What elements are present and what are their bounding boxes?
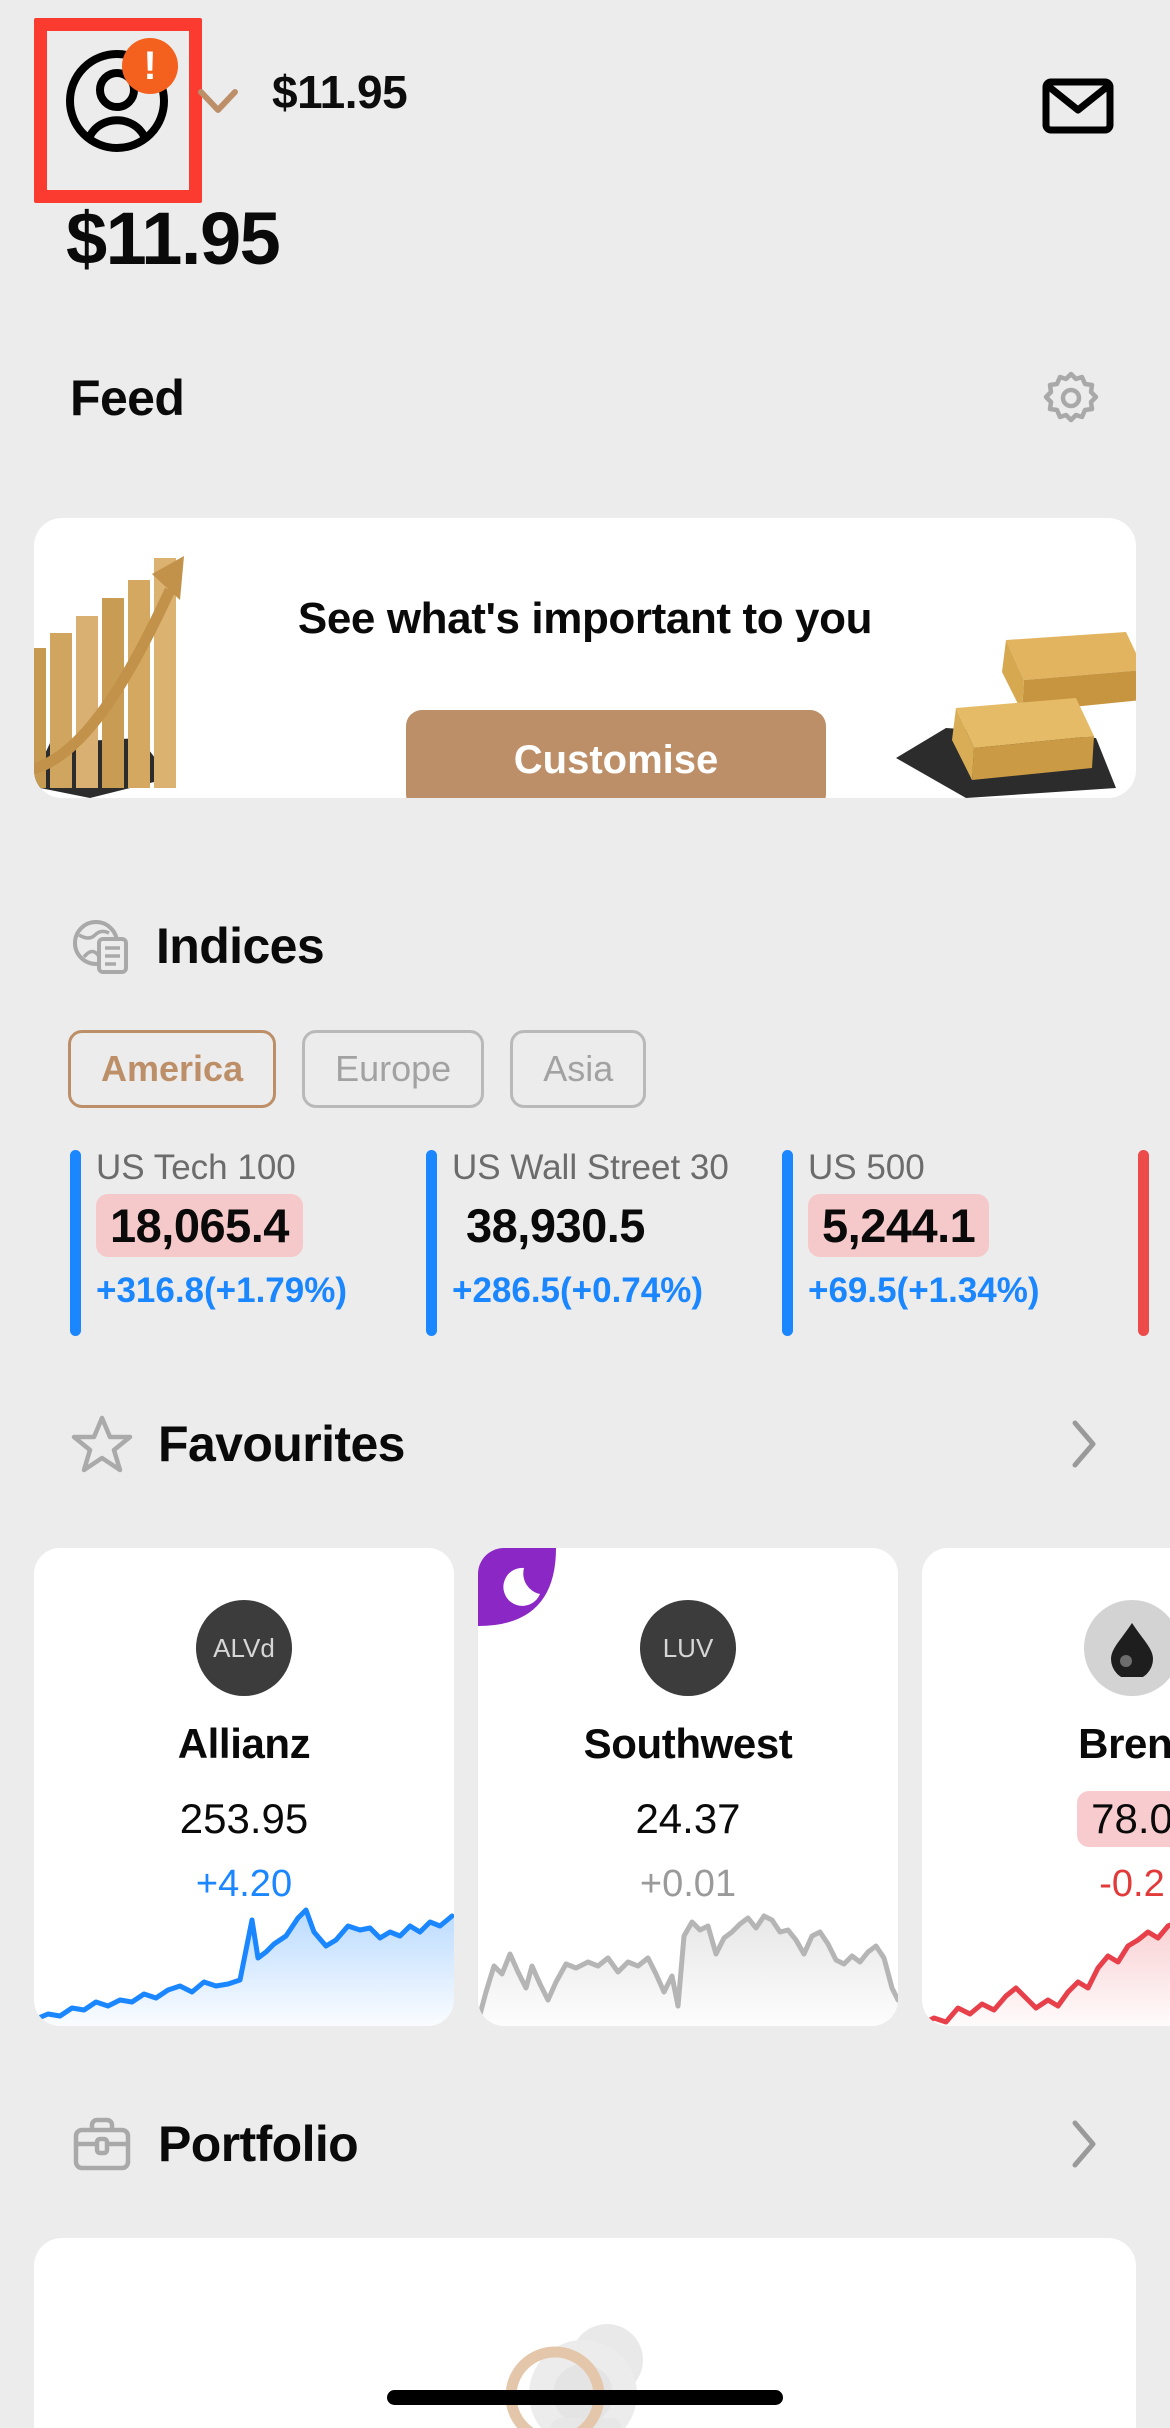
mail-icon bbox=[1042, 78, 1114, 134]
index-change: +286.5(+0.74%) bbox=[452, 1271, 782, 1311]
instrument-name: Southwest bbox=[478, 1720, 898, 1768]
index-card-partial[interactable] bbox=[1138, 1148, 1170, 1338]
instrument-price: 78.0 bbox=[1077, 1791, 1170, 1847]
favourite-card[interactable]: ALVd Allianz 253.95 +4.20 bbox=[34, 1548, 454, 2026]
index-price: 5,244.1 bbox=[808, 1194, 989, 1257]
moon-icon bbox=[478, 1548, 556, 1626]
indices-list[interactable]: US Tech 100 18,065.4 +316.8(+1.79%) US W… bbox=[70, 1148, 1170, 1338]
portfolio-more-button[interactable] bbox=[1068, 2118, 1100, 2170]
chevron-right-icon bbox=[1068, 2118, 1100, 2170]
account-chevron-button[interactable] bbox=[196, 86, 240, 116]
index-card[interactable]: US 500 5,244.1 +69.5(+1.34%) bbox=[782, 1148, 1138, 1338]
sparkline-chart bbox=[34, 1896, 454, 2026]
favourites-more-button[interactable] bbox=[1068, 1418, 1100, 1470]
page-title: Feed bbox=[70, 369, 184, 427]
top-header: ! $11.95 bbox=[0, 0, 1170, 200]
mail-button[interactable] bbox=[1042, 78, 1114, 134]
indices-region-tabs: America Europe Asia bbox=[68, 1030, 646, 1108]
sparkline-chart bbox=[478, 1896, 898, 2026]
index-card[interactable]: US Wall Street 30 38,930.5 +286.5(+0.74%… bbox=[426, 1148, 782, 1338]
favourites-section-header[interactable]: Favourites bbox=[70, 1408, 1100, 1480]
feed-promo-banner[interactable]: See what's important to you Customise bbox=[34, 518, 1136, 798]
index-accent-bar bbox=[782, 1150, 793, 1336]
portfolio-section-header[interactable]: Portfolio bbox=[70, 2108, 1100, 2180]
oil-drop-icon bbox=[1106, 1619, 1158, 1677]
index-accent-bar bbox=[70, 1150, 81, 1336]
instrument-price-wrap: 253.95 bbox=[34, 1791, 454, 1847]
avatar: LUV bbox=[640, 1600, 736, 1696]
instrument-price: 24.37 bbox=[621, 1791, 754, 1847]
instrument-price-wrap: 24.37 bbox=[478, 1791, 898, 1847]
portfolio-title: Portfolio bbox=[158, 2115, 358, 2173]
index-change: +316.8(+1.79%) bbox=[96, 1271, 426, 1311]
feed-settings-button[interactable] bbox=[1042, 369, 1100, 427]
sparkline-chart bbox=[922, 1896, 1170, 2026]
account-alert-badge: ! bbox=[122, 38, 178, 94]
gold-bar-chart-illustration bbox=[34, 538, 230, 798]
index-price: 18,065.4 bbox=[96, 1194, 303, 1257]
instrument-price-wrap: 78.0 bbox=[922, 1791, 1170, 1847]
gear-icon bbox=[1042, 369, 1100, 427]
account-balance: $11.95 bbox=[66, 196, 279, 281]
home-indicator bbox=[387, 2390, 783, 2405]
chevron-right-icon bbox=[1068, 1418, 1100, 1470]
index-name: US Tech 100 bbox=[96, 1148, 426, 1188]
indices-title: Indices bbox=[156, 917, 324, 975]
instrument-price: 253.95 bbox=[166, 1791, 322, 1847]
briefcase-icon bbox=[70, 2112, 134, 2176]
indices-section-header: Indices bbox=[70, 910, 1100, 982]
instrument-name: Allianz bbox=[34, 1720, 454, 1768]
favourite-card[interactable]: Brent 78.0 -0.2 bbox=[922, 1548, 1170, 2026]
avatar bbox=[1084, 1600, 1170, 1696]
index-name: US 500 bbox=[808, 1148, 1138, 1188]
globe-document-icon bbox=[70, 915, 132, 977]
gold-bullion-illustration bbox=[886, 618, 1136, 798]
chevron-down-icon bbox=[196, 86, 240, 116]
favourite-card[interactable]: LUV Southwest 24.37 +0.01 bbox=[478, 1548, 898, 2026]
instrument-name: Brent bbox=[922, 1720, 1170, 1768]
star-icon bbox=[70, 1413, 134, 1475]
index-name: US Wall Street 30 bbox=[452, 1148, 782, 1188]
index-change: +69.5(+1.34%) bbox=[808, 1271, 1138, 1311]
favourites-title: Favourites bbox=[158, 1415, 405, 1473]
favourites-list[interactable]: ALVd Allianz 253.95 +4.20 bbox=[34, 1548, 1170, 2026]
region-tab-america[interactable]: America bbox=[68, 1030, 276, 1108]
account-avatar-button[interactable]: ! bbox=[62, 46, 172, 156]
header-balance: $11.95 bbox=[272, 65, 407, 119]
index-price: 38,930.5 bbox=[452, 1194, 659, 1257]
index-accent-bar bbox=[426, 1150, 437, 1336]
index-accent-bar bbox=[1138, 1150, 1149, 1336]
customise-button[interactable]: Customise bbox=[406, 710, 826, 798]
index-card[interactable]: US Tech 100 18,065.4 +316.8(+1.79%) bbox=[70, 1148, 426, 1338]
feed-section-header: Feed bbox=[70, 362, 1100, 434]
avatar: ALVd bbox=[196, 1600, 292, 1696]
region-tab-asia[interactable]: Asia bbox=[510, 1030, 646, 1108]
app-screen: ! $11.95 $11.95 Feed bbox=[0, 0, 1170, 2428]
region-tab-europe[interactable]: Europe bbox=[302, 1030, 484, 1108]
